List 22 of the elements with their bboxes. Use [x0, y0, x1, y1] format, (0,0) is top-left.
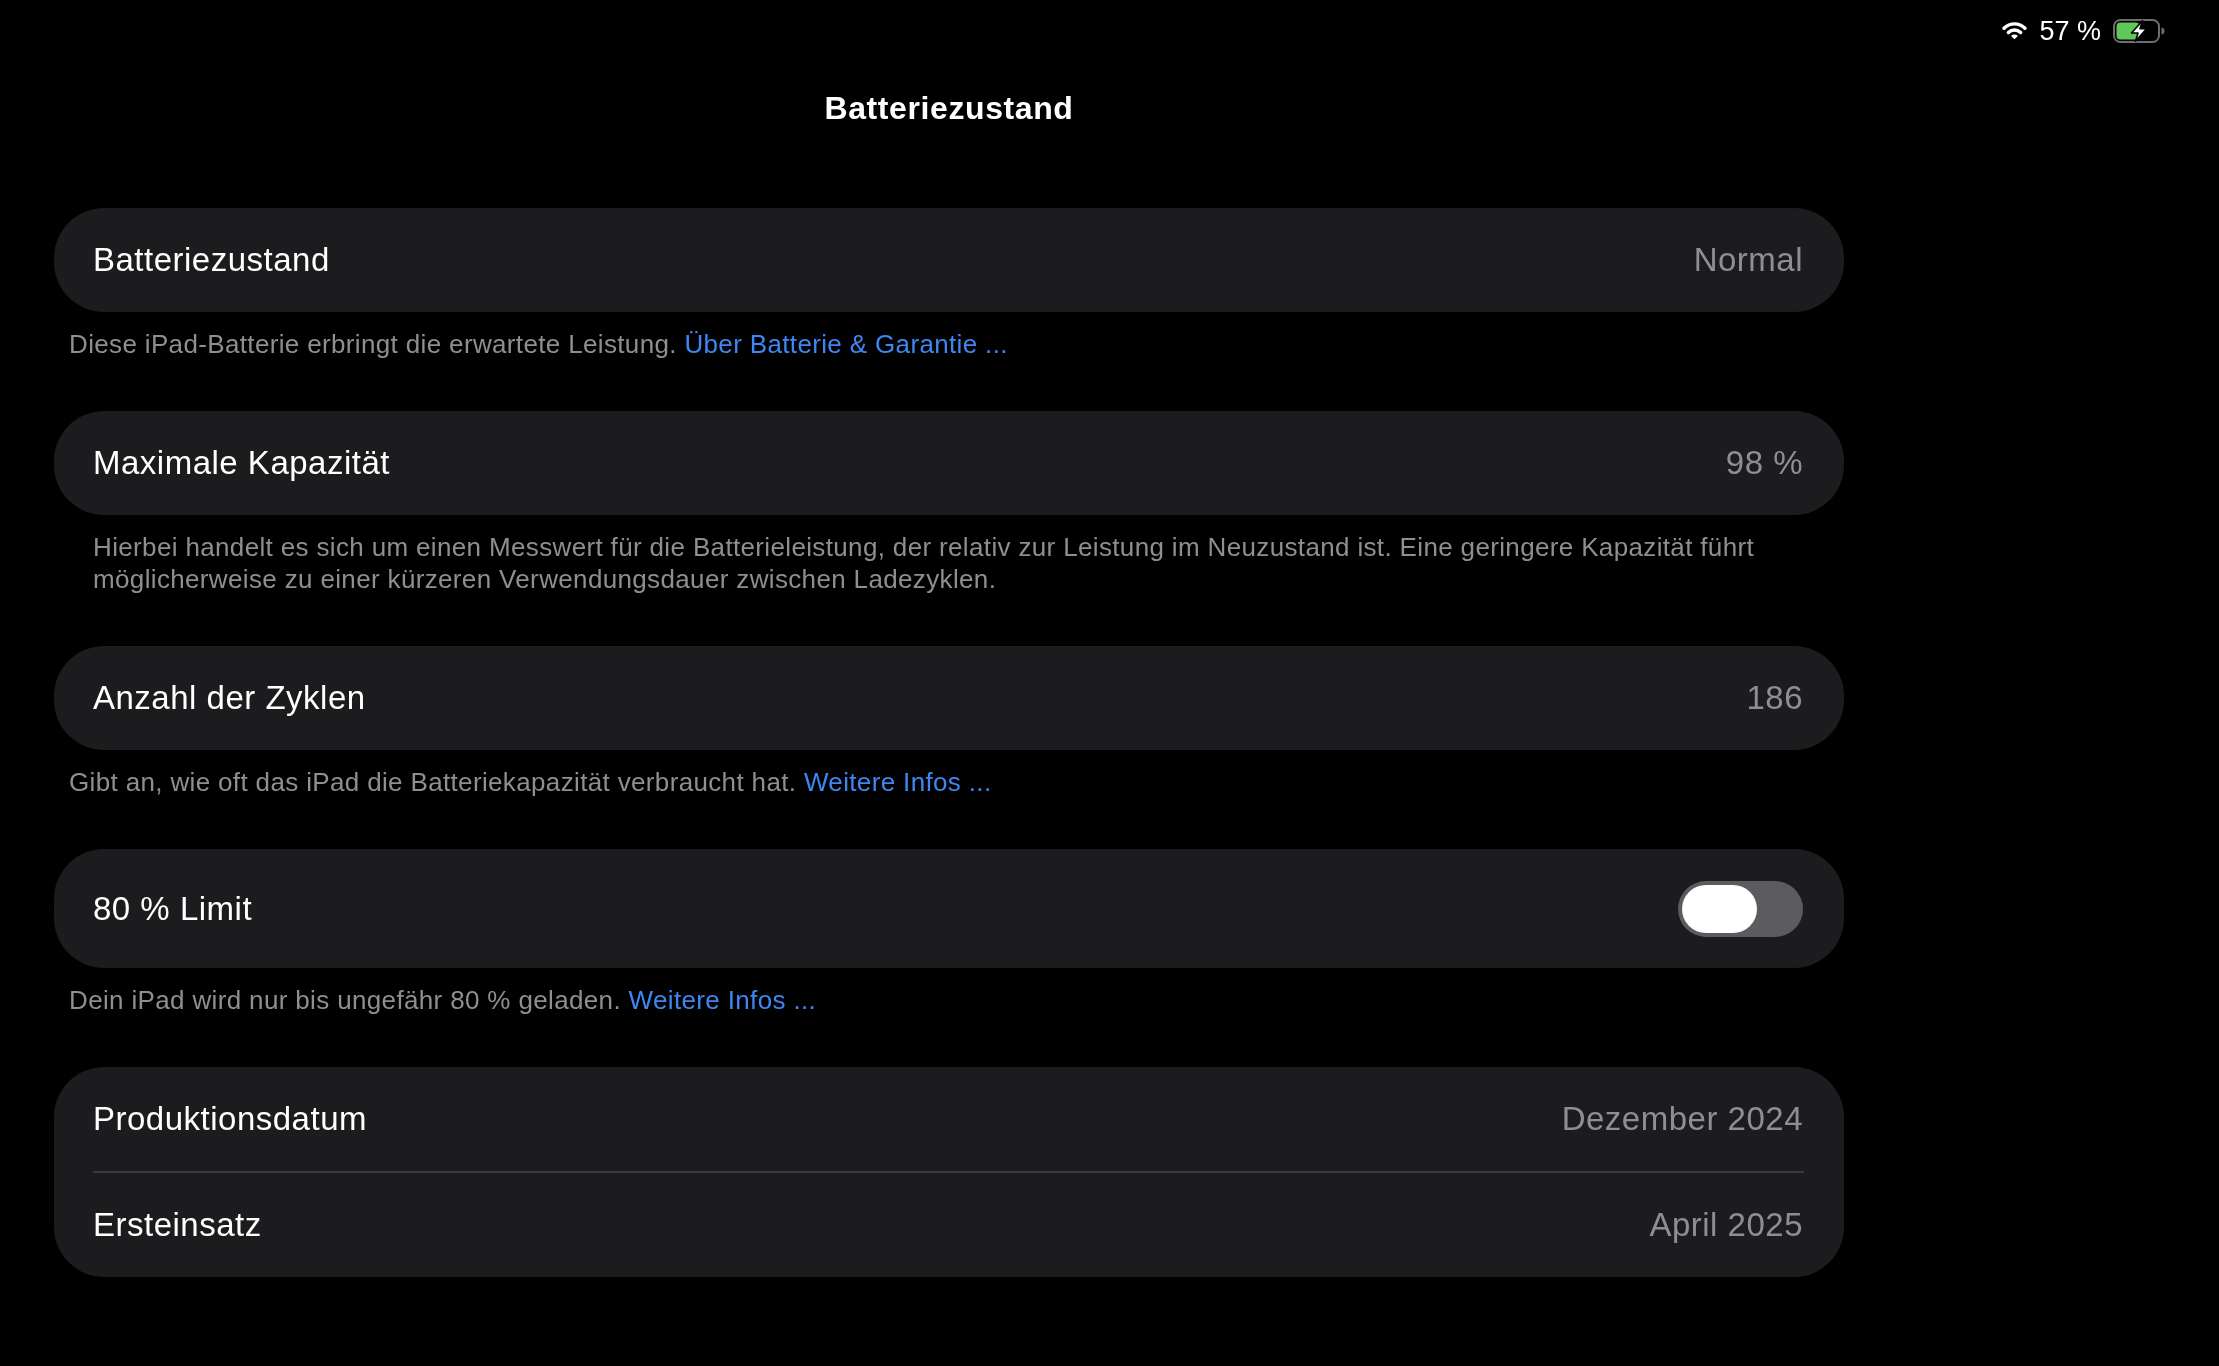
wifi-icon — [2002, 22, 2028, 40]
battery-percentage: 57 % — [2039, 16, 2101, 46]
footer-link[interactable]: Über Batterie & Garantie ... — [684, 329, 1008, 359]
footer-text: Diese iPad-Batterie erbringt die erwartete Leistung. Über Batterie & Garantie ... — [68, 328, 1009, 360]
row-label: Maximale Kapazität — [93, 443, 390, 483]
row-value: Dezember 2024 — [1561, 1099, 1803, 1139]
row-label: Produktionsdatum — [93, 1099, 367, 1139]
page-title: Batteriezustand — [824, 89, 1074, 128]
row-label: Anzahl der Zyklen — [93, 678, 366, 718]
footer-link[interactable]: Weitere Infos ... — [803, 767, 992, 797]
footer-link[interactable]: Weitere Infos ... — [628, 985, 817, 1015]
row-value: 98 % — [1725, 443, 1803, 483]
row-label: 80 % Limit — [93, 888, 253, 929]
row-value: 186 — [1746, 678, 1803, 718]
footer-text: Gibt an, wie oft das iPad die Batteriekapazität verbraucht hat. Weitere Infos ... — [68, 766, 993, 798]
battery-charging-icon — [2113, 19, 2165, 43]
footer-text: Dein iPad wird nur bis ungefähr 80 % geladen. Weitere Infos ... — [68, 984, 818, 1016]
row-label: Ersteinsatz — [93, 1205, 262, 1245]
row-value: April 2025 — [1649, 1205, 1803, 1245]
row-label: Batteriezustand — [93, 240, 330, 280]
row-value: Normal — [1693, 240, 1803, 280]
footer-text: Hierbei handelt es sich um einen Messwert für die Batterieleistung, der relativ zur Leistung im Neuzustand ist. Eine geringere Kapazität führt möglicherweise zu einer kürzeren Verwendungsdauer zwischen Ladezyklen. — [92, 531, 1756, 595]
